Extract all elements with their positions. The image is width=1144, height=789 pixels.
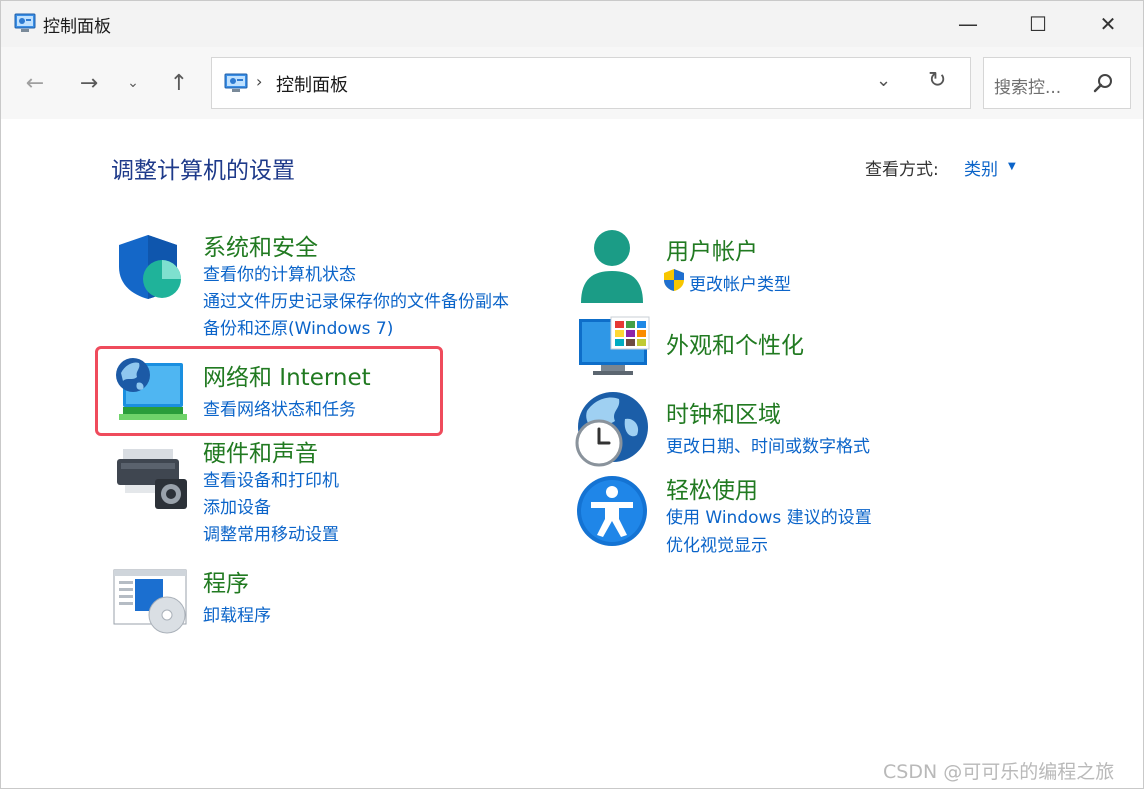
watermark: CSDN @可可乐的编程之旅 <box>883 761 1115 783</box>
caret-down-icon[interactable]: ▼ <box>1008 161 1016 172</box>
printer-icon[interactable] <box>115 447 189 511</box>
link-windows-suggested-settings[interactable]: 使用 Windows 建议的设置 <box>666 503 872 528</box>
link-add-device[interactable]: 添加设备 <box>203 493 271 518</box>
view-by-dropdown[interactable]: 类别 <box>964 155 998 180</box>
ease-of-access-icon[interactable] <box>575 475 649 547</box>
navigation-bar: ← → ⌄ ↑ › 控制面板 ⌄ ↻ 搜索控... <box>1 47 1143 119</box>
maximize-button[interactable]: ☐ <box>1003 1 1073 47</box>
category-hardware-sound[interactable]: 硬件和声音 <box>203 434 318 468</box>
refresh-icon[interactable]: ↻ <box>928 68 946 93</box>
link-change-account-type[interactable]: 更改帐户类型 <box>689 270 791 295</box>
search-input[interactable]: 搜索控... <box>994 73 1061 98</box>
programs-icon[interactable] <box>113 569 189 635</box>
category-user-accounts[interactable]: 用户帐户 <box>666 232 758 266</box>
title-bar: 控制面板 — ☐ ✕ <box>1 1 1143 47</box>
user-account-icon[interactable] <box>579 229 647 305</box>
view-by-label: 查看方式: <box>865 160 939 180</box>
uac-shield-icon <box>664 269 684 291</box>
search-icon[interactable] <box>1092 72 1114 94</box>
link-mobility-settings[interactable]: 调整常用移动设置 <box>203 520 339 545</box>
page-title: 调整计算机的设置 <box>111 158 295 184</box>
breadcrumb-control-panel[interactable]: 控制面板 <box>276 71 348 97</box>
highlight-box <box>95 346 443 436</box>
close-button[interactable]: ✕ <box>1073 1 1143 47</box>
link-change-date-time-format[interactable]: 更改日期、时间或数字格式 <box>666 432 870 457</box>
control-panel-window: 控制面板 — ☐ ✕ ← → ⌄ ↑ › 控制面板 ⌄ ↻ 搜索控... 调整计… <box>0 0 1144 789</box>
link-backup-restore[interactable]: 备份和还原(Windows 7) <box>203 314 393 339</box>
minimize-button[interactable]: — <box>933 1 1003 47</box>
control-panel-icon <box>224 73 248 92</box>
control-panel-icon <box>14 13 36 32</box>
recent-locations-button[interactable]: ⌄ <box>115 65 151 101</box>
category-system-security[interactable]: 系统和安全 <box>203 228 318 262</box>
shield-icon[interactable] <box>115 233 185 301</box>
up-button[interactable]: ↑ <box>161 65 197 101</box>
category-programs[interactable]: 程序 <box>203 564 249 598</box>
link-uninstall-program[interactable]: 卸载程序 <box>203 601 271 626</box>
link-file-history[interactable]: 通过文件历史记录保存你的文件备份副本 <box>203 287 509 312</box>
link-optimize-visual-display[interactable]: 优化视觉显示 <box>666 531 768 556</box>
window-title: 控制面板 <box>43 17 111 37</box>
forward-button[interactable]: → <box>71 65 107 101</box>
category-clock-region[interactable]: 时钟和区域 <box>666 395 781 429</box>
link-devices-printers[interactable]: 查看设备和打印机 <box>203 466 339 491</box>
clock-globe-icon[interactable] <box>575 391 651 467</box>
search-box[interactable]: 搜索控... <box>983 57 1131 109</box>
breadcrumb-separator: › <box>256 72 263 91</box>
category-ease-of-access[interactable]: 轻松使用 <box>666 471 758 505</box>
category-appearance-personalization[interactable]: 外观和个性化 <box>666 326 804 360</box>
link-view-computer-status[interactable]: 查看你的计算机状态 <box>203 260 356 285</box>
chevron-down-icon[interactable]: ⌄ <box>876 70 891 91</box>
back-button[interactable]: ← <box>17 65 53 101</box>
personalization-icon[interactable] <box>577 315 651 377</box>
address-bar[interactable]: › 控制面板 ⌄ ↻ <box>211 57 971 109</box>
